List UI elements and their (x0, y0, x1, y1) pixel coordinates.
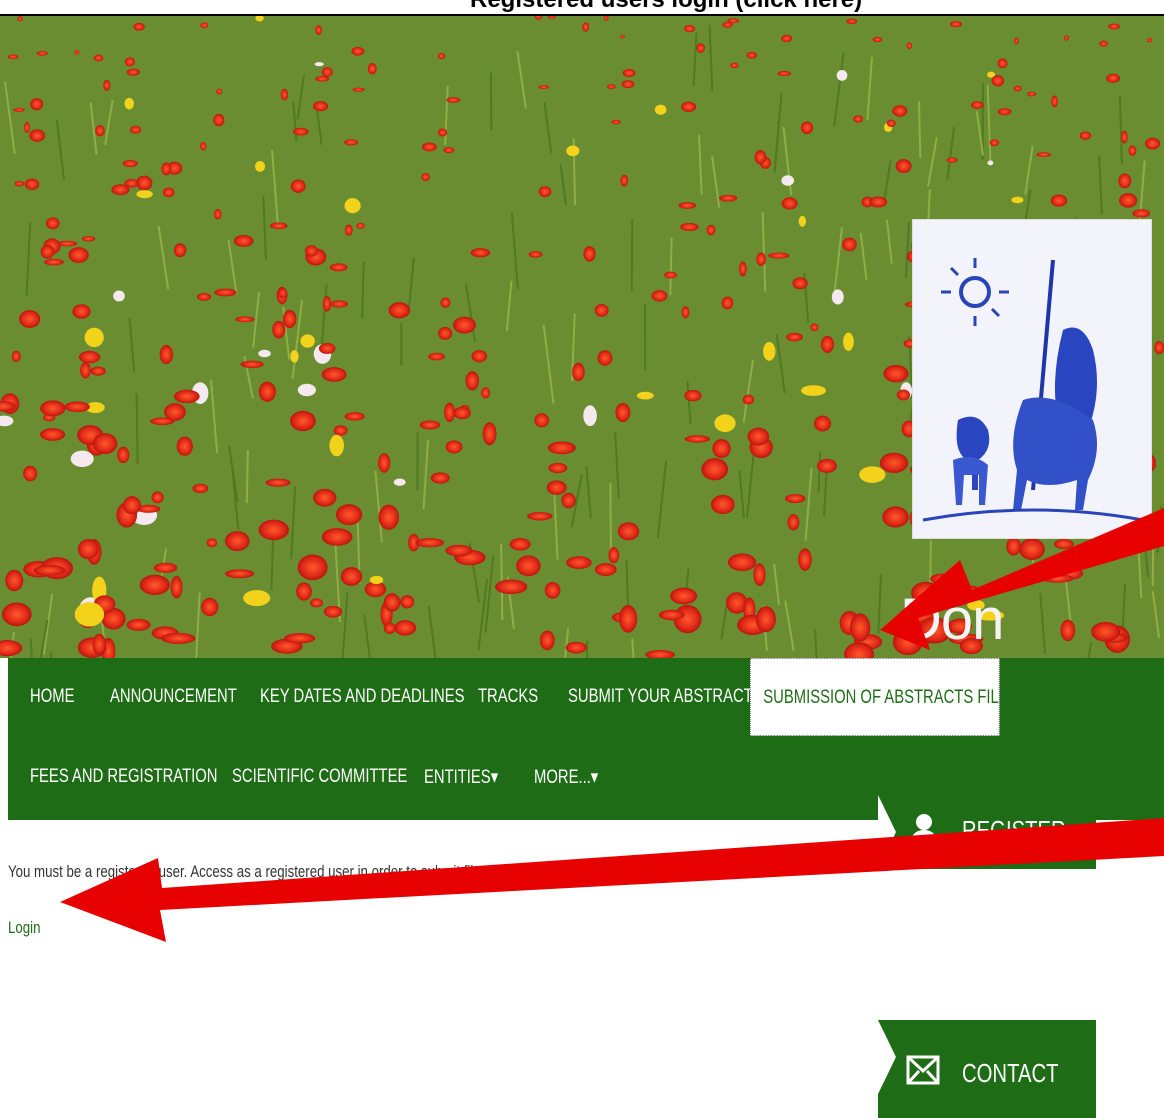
nav-item-fees[interactable]: FEES AND REGISTRATION (30, 766, 217, 788)
notch-decoration (878, 1020, 896, 1094)
contact-button[interactable]: CONTACT (878, 1020, 1096, 1118)
nav-item-tracks[interactable]: TRACKS (478, 686, 538, 708)
notch-decoration (878, 795, 896, 869)
hero-banner: Don Quixote (0, 16, 1164, 658)
nav-item-submission-files-label: SUBMISSION OF ABSTRACTS FILES (763, 687, 1019, 708)
register-label: REGISTER (962, 815, 1066, 845)
site-name: Don Quixote (900, 587, 1094, 658)
nav-item-entities[interactable]: ENTITIES▾ (424, 766, 498, 789)
nav-item-more[interactable]: MORE...▾ (534, 766, 598, 789)
nav-item-home[interactable]: HOME (30, 686, 74, 708)
nav-item-submit-abstract[interactable]: SUBMIT YOUR ABSTRACT (568, 686, 753, 708)
contact-label: CONTACT (962, 1058, 1059, 1088)
register-button[interactable]: REGISTER (878, 795, 1096, 869)
nav-item-scientific-committee[interactable]: SCIENTIFIC COMMITTEE (232, 766, 407, 788)
nav-item-submission-files[interactable]: SUBMISSION OF ABSTRACTS FILES (750, 658, 1019, 736)
user-check-icon (906, 812, 946, 859)
envelope-icon (906, 1055, 940, 1090)
don-quixote-logo (912, 219, 1152, 539)
access-message: You must be a registered user. Access as… (8, 862, 594, 881)
nav-item-key-dates[interactable]: KEY DATES AND DEADLINES (260, 686, 465, 708)
nav-item-announcement[interactable]: ANNOUNCEMENT (110, 686, 237, 708)
top-title-bar: Registered users login (click here) (0, 0, 1164, 16)
login-link[interactable]: Login (8, 918, 40, 938)
top-title: Registered users login (click here) (470, 0, 862, 14)
